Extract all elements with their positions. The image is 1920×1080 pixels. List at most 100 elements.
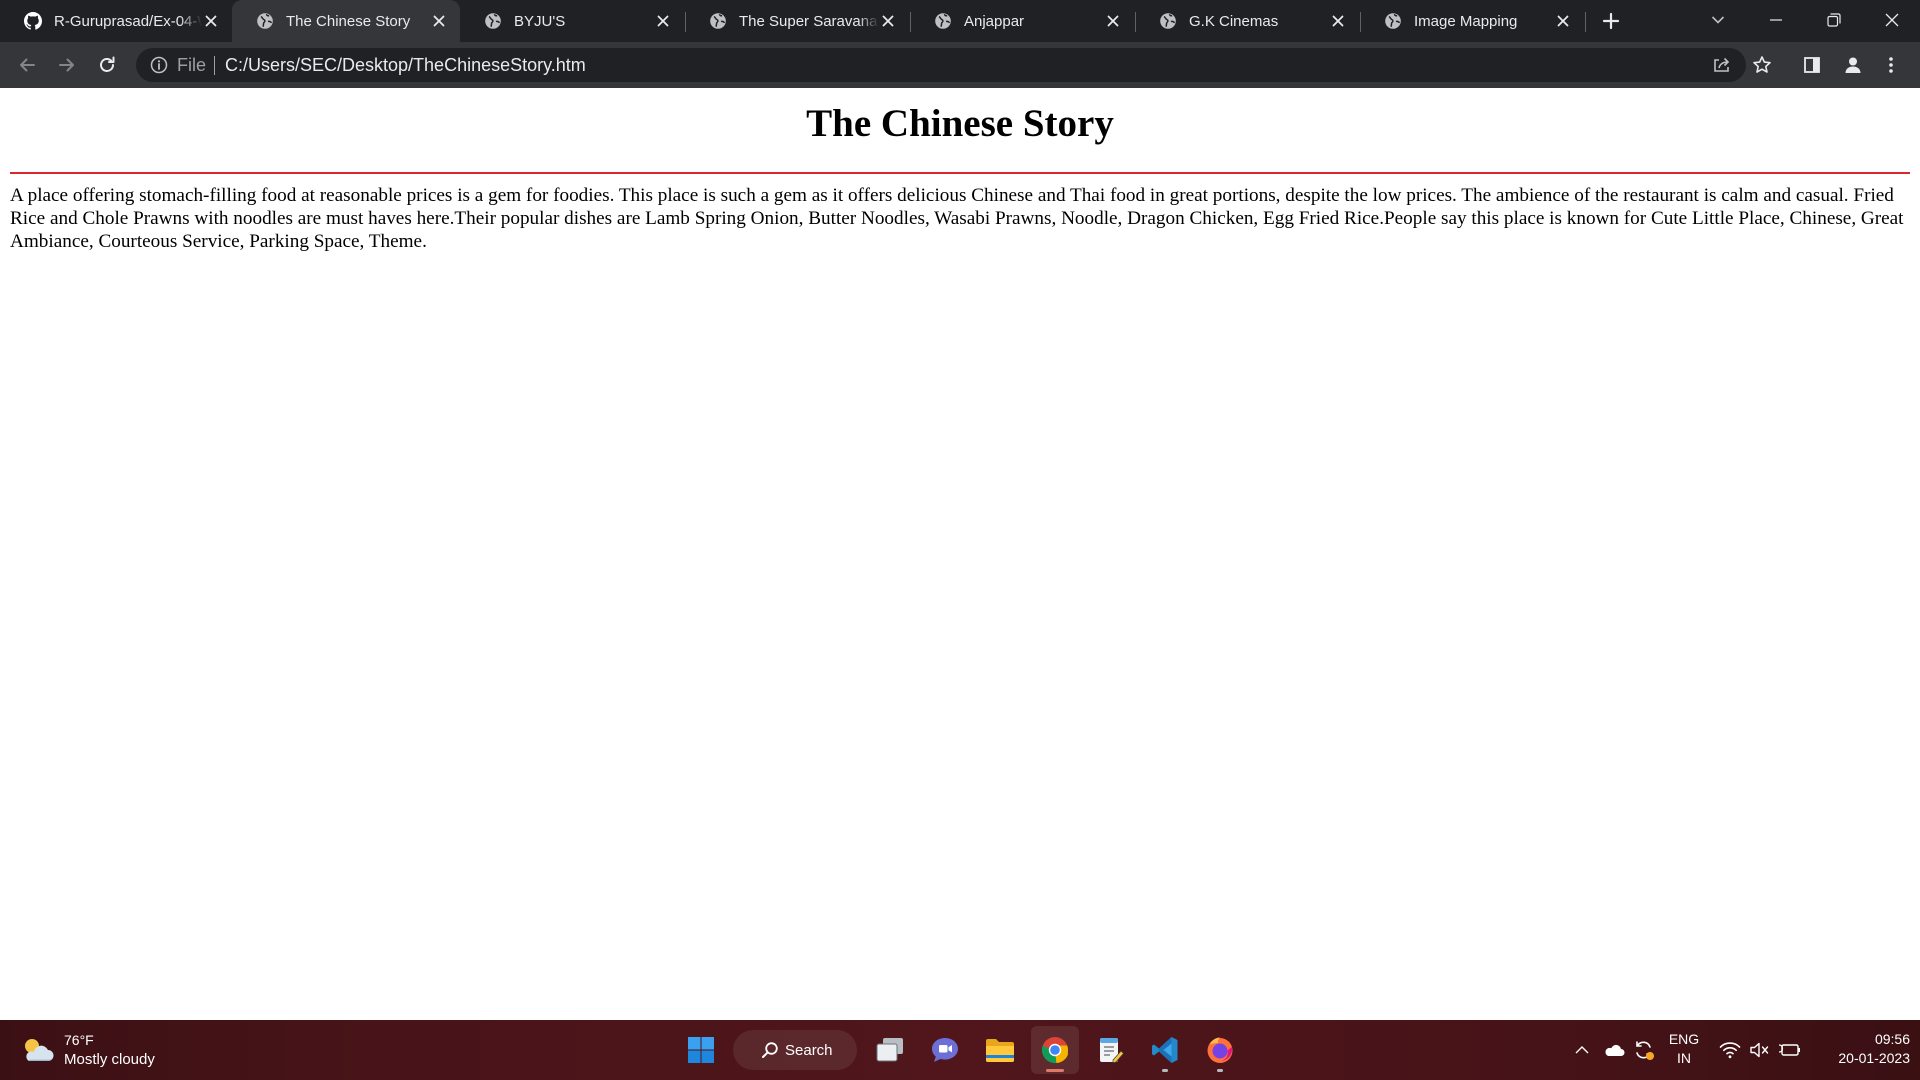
- tab-title: The Chinese Story: [286, 12, 411, 30]
- close-icon: [1885, 13, 1899, 27]
- url-text[interactable]: C:/Users/SEC/Desktop/TheChineseStory.htm: [225, 55, 586, 76]
- firefox-icon: [1207, 1037, 1233, 1063]
- share-icon: [1714, 57, 1730, 72]
- restore-icon: [1827, 13, 1841, 27]
- back-icon: [20, 58, 35, 72]
- wifi-icon: [1719, 1042, 1741, 1059]
- reload-icon: [100, 56, 115, 72]
- tab-github[interactable]: R-Guruprasad/Ex-04-W: [0, 0, 232, 42]
- page-viewport: The Chinese Story A place offering stoma…: [0, 88, 1920, 1020]
- page-heading: The Chinese Story: [806, 102, 1114, 145]
- side-panel-button[interactable]: [1798, 51, 1826, 79]
- tab-close-icon[interactable]: [654, 12, 672, 30]
- volume-muted-icon: [1750, 1042, 1769, 1058]
- weather-condition: Mostly cloudy: [64, 1051, 155, 1068]
- tab-gk-cinemas[interactable]: G.K Cinemas: [1135, 0, 1359, 42]
- side-panel-icon: [1804, 57, 1820, 73]
- share-button[interactable]: [1708, 51, 1736, 79]
- chevron-up-icon: [1575, 1046, 1589, 1054]
- teams-chat-icon: [932, 1038, 958, 1062]
- tab-title: The Super Saravana Stores: [739, 12, 879, 30]
- show-hidden-icons-button[interactable]: [1570, 1034, 1594, 1066]
- new-tab-button[interactable]: [1598, 8, 1624, 34]
- teams-chat-button[interactable]: [921, 1026, 969, 1074]
- tab-title: R-Guruprasad/Ex-04-W: [54, 12, 202, 30]
- address-bar[interactable]: File C:/Users/SEC/Desktop/TheChineseStor…: [136, 48, 1746, 82]
- tab-search-button[interactable]: [1690, 0, 1746, 40]
- tab-image-mapping[interactable]: Image Mapping: [1360, 0, 1584, 42]
- start-button[interactable]: [677, 1026, 725, 1074]
- tab-title: G.K Cinemas: [1189, 12, 1279, 30]
- taskbar: 76°F Mostly cloudy Search ENG IN 09:56 2…: [0, 1020, 1920, 1080]
- weather-temperature: 76°F: [64, 1032, 94, 1048]
- restaurant-description: A place offering stomach-filling food at…: [10, 185, 1904, 252]
- globe-icon: [484, 12, 502, 30]
- running-indicator: [1046, 1069, 1064, 1072]
- back-button[interactable]: [13, 51, 41, 79]
- tab-byjus[interactable]: BYJU'S: [460, 0, 684, 42]
- vscode-icon: [1152, 1037, 1178, 1063]
- volume-button[interactable]: [1746, 1034, 1774, 1066]
- tab-close-icon[interactable]: [1554, 12, 1572, 30]
- tab-super-saravana-stores[interactable]: The Super Saravana Stores: [685, 0, 909, 42]
- system-clock[interactable]: 09:56 20-01-2023: [1810, 1030, 1910, 1068]
- cloudy-weather-icon: [25, 1039, 54, 1061]
- bookmark-button[interactable]: [1748, 51, 1776, 79]
- clock-time: 09:56: [1874, 1031, 1910, 1047]
- menu-dots-icon: [1889, 57, 1893, 73]
- tab-strip: R-Guruprasad/Ex-04-W The Chinese Story B…: [0, 0, 1920, 42]
- task-view-button[interactable]: [866, 1026, 914, 1074]
- clock-date: 20-01-2023: [1838, 1050, 1910, 1066]
- profile-icon: [1845, 57, 1861, 73]
- search-icon: [762, 1042, 778, 1058]
- forward-button[interactable]: [53, 51, 81, 79]
- globe-icon: [934, 12, 952, 30]
- tab-title: Image Mapping: [1414, 12, 1518, 30]
- task-view-icon: [876, 1038, 903, 1062]
- scheme-label: File: [177, 55, 207, 75]
- battery-button[interactable]: [1776, 1034, 1804, 1066]
- chrome-taskbar-button[interactable]: [1031, 1026, 1079, 1074]
- address-separator: [214, 56, 215, 75]
- minimize-button[interactable]: [1748, 0, 1804, 40]
- bookmark-star-icon: [1753, 56, 1771, 73]
- running-indicator: [1217, 1069, 1223, 1072]
- running-indicator: [1162, 1069, 1168, 1072]
- tab-close-icon[interactable]: [1104, 12, 1122, 30]
- restore-button[interactable]: [1806, 0, 1862, 40]
- language-code: ENG: [1668, 1031, 1700, 1047]
- notepad-button[interactable]: [1086, 1026, 1134, 1074]
- tab-title: BYJU'S: [514, 12, 566, 30]
- close-window-button[interactable]: [1864, 0, 1920, 40]
- onedrive-cloud-icon: [1605, 1044, 1625, 1056]
- globe-icon: [1384, 12, 1402, 30]
- firefox-button[interactable]: [1196, 1026, 1244, 1074]
- chrome-menu-button[interactable]: [1877, 51, 1905, 79]
- onedrive-button[interactable]: [1600, 1034, 1628, 1066]
- tab-close-icon[interactable]: [1329, 12, 1347, 30]
- weather-widget[interactable]: 76°F Mostly cloudy: [20, 1028, 155, 1072]
- tab-close-icon[interactable]: [430, 12, 448, 30]
- info-icon[interactable]: [150, 56, 168, 74]
- tab-close-icon[interactable]: [202, 12, 220, 30]
- reload-button[interactable]: [93, 51, 121, 79]
- taskbar-search[interactable]: Search: [733, 1030, 857, 1070]
- profile-button[interactable]: [1839, 51, 1867, 79]
- sync-status-button[interactable]: [1630, 1034, 1658, 1066]
- file-explorer-button[interactable]: [976, 1026, 1024, 1074]
- search-label: Search: [785, 1041, 833, 1059]
- vscode-button[interactable]: [1141, 1026, 1189, 1074]
- input-language-indicator[interactable]: ENG IN: [1660, 1030, 1708, 1068]
- notepad-icon: [1100, 1038, 1124, 1063]
- tab-anjappar[interactable]: Anjappar: [910, 0, 1134, 42]
- tab-separator: [1585, 12, 1586, 32]
- tab-the-chinese-story[interactable]: The Chinese Story: [232, 0, 460, 42]
- battery-charging-icon: [1778, 1044, 1800, 1056]
- network-button[interactable]: [1716, 1034, 1744, 1066]
- windows-start-icon: [688, 1037, 714, 1063]
- sync-icon: [1636, 1041, 1654, 1060]
- tab-close-icon[interactable]: [879, 12, 897, 30]
- tab-title: Anjappar: [964, 12, 1025, 30]
- minimize-icon: [1770, 19, 1782, 21]
- chrome-icon: [1041, 1037, 1069, 1064]
